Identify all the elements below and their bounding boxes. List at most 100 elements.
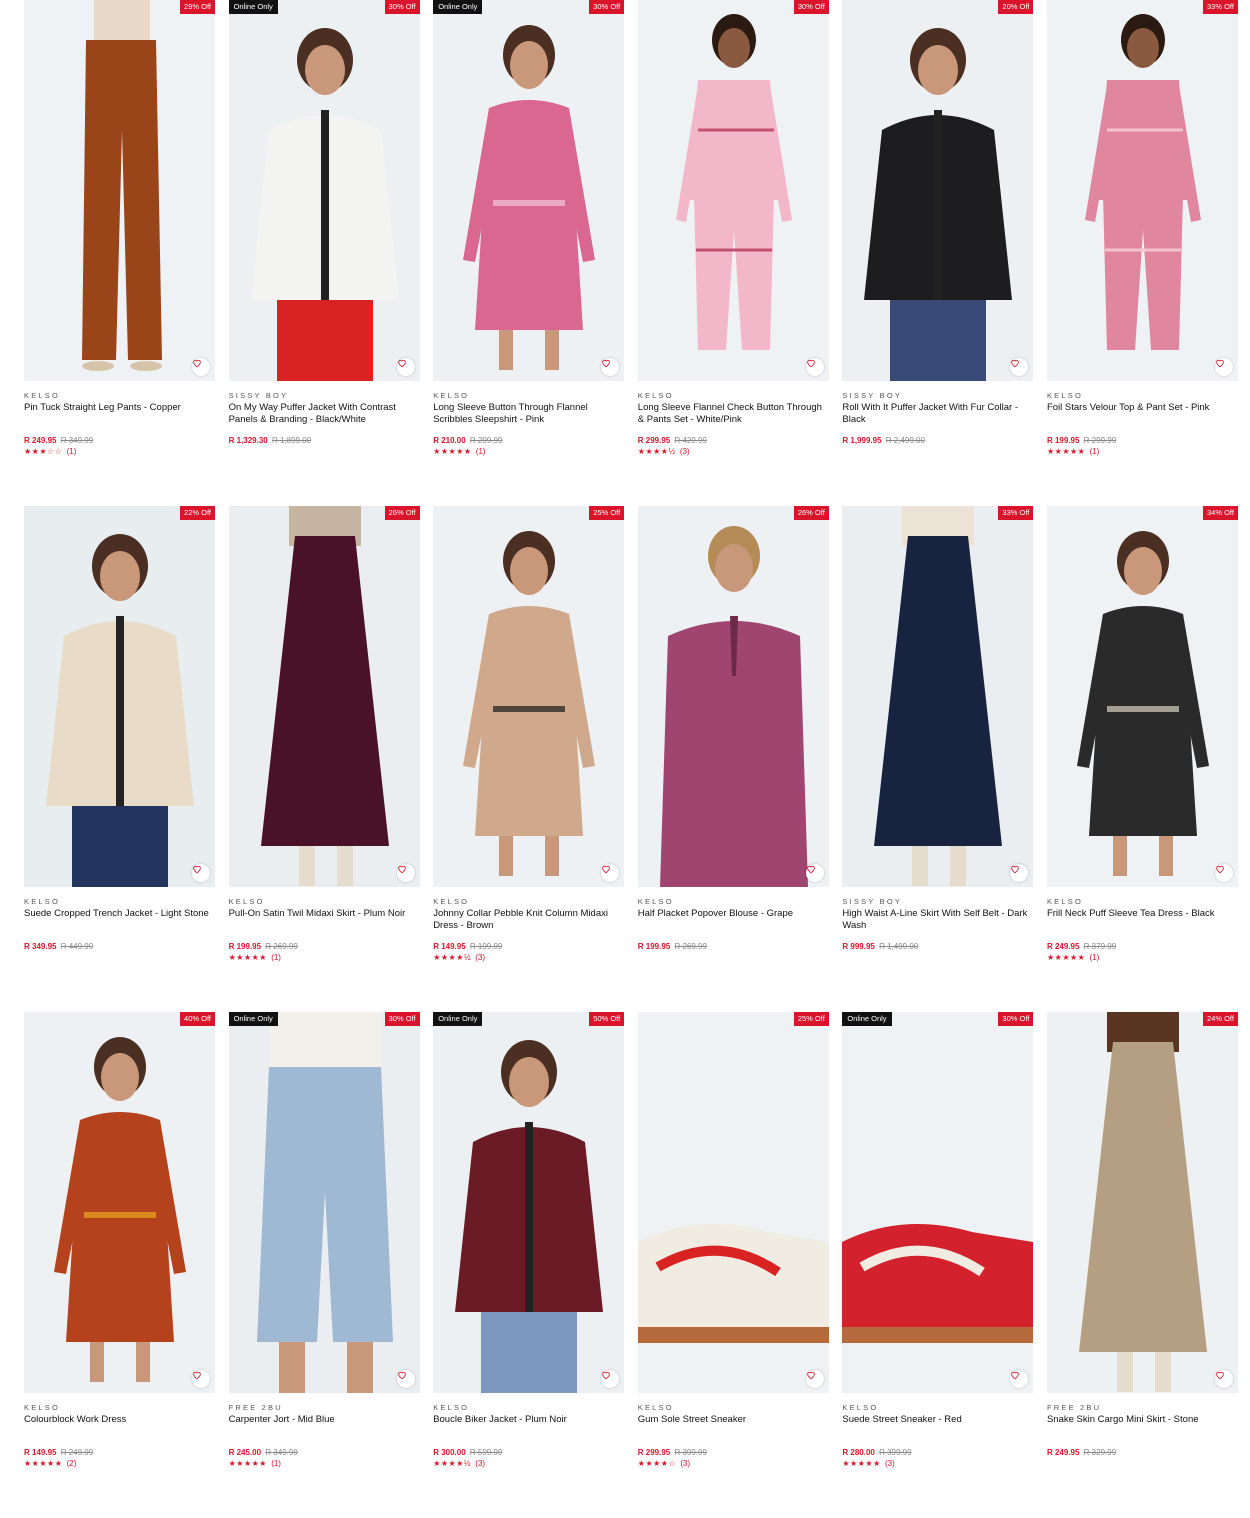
product-title[interactable]: Colourblock Work Dress <box>24 1414 215 1448</box>
product-card[interactable]: 25% Off KELSO Gum Sole Street Sneaker R … <box>637 1012 829 1518</box>
wishlist-button[interactable] <box>192 864 210 882</box>
product-image[interactable]: Online Only 30% Off <box>433 0 625 381</box>
rating-stars: ★★★★★ <box>228 1459 267 1468</box>
product-title[interactable]: Long Sleeve Button Through Flannel Scrib… <box>433 402 624 436</box>
wishlist-button[interactable] <box>396 864 415 882</box>
rating-stars: ★★★★½ <box>637 447 676 456</box>
wishlist-button[interactable] <box>1214 1370 1233 1388</box>
product-title[interactable]: Carpenter Jort - Mid Blue <box>229 1414 420 1448</box>
wishlist-button[interactable] <box>805 1370 824 1388</box>
product-card[interactable]: Online Only 30% Off KELSO Suede Street S… <box>842 1012 1034 1518</box>
product-card[interactable]: 29% Off KELSO Pin Tuck Straight Leg Pant… <box>24 0 215 506</box>
discount-badge: 30% Off <box>384 0 420 14</box>
product-title[interactable]: High Waist A-Line Skirt With Self Belt -… <box>842 908 1033 942</box>
product-image[interactable]: 20% Off <box>842 0 1034 381</box>
heart-outline-icon <box>1011 359 1020 368</box>
product-image[interactable]: Online Only 30% Off <box>228 0 420 381</box>
product-card[interactable]: 20% Off SISSY BOY Roll With It Puffer Ja… <box>842 0 1034 506</box>
rating-stars: ★★★★★ <box>842 1459 881 1468</box>
current-price: R 149.95 <box>24 1448 57 1457</box>
product-title[interactable]: Pull-On Satin Twil Midaxi Skirt - Plum N… <box>229 908 420 942</box>
rating-count[interactable]: (2) <box>67 1459 77 1468</box>
product-image[interactable]: 30% Off <box>637 0 829 381</box>
product-card[interactable]: 22% Off KELSO Suede Cropped Trench Jacke… <box>24 506 215 1012</box>
product-image[interactable]: Online Only 30% Off <box>228 1012 420 1393</box>
product-image[interactable]: 22% Off <box>24 506 215 887</box>
wishlist-button[interactable] <box>192 1370 210 1388</box>
product-card[interactable]: 24% Off FREE 2BU Snake Skin Cargo Mini S… <box>1046 1012 1238 1518</box>
product-card[interactable]: 33% Off SISSY BOY High Waist A-Line Skir… <box>842 506 1034 1012</box>
product-title[interactable]: Long Sleeve Flannel Check Button Through… <box>638 402 829 436</box>
product-brand: KELSO <box>433 1403 470 1412</box>
product-title[interactable]: Johnny Collar Pebble Knit Column Midaxi … <box>433 908 624 942</box>
wishlist-button[interactable] <box>192 358 210 376</box>
product-card[interactable]: Online Only 30% Off KELSO Long Sleeve Bu… <box>433 0 625 506</box>
discount-badge: 22% Off <box>180 506 215 520</box>
product-title[interactable]: Suede Cropped Trench Jacket - Light Ston… <box>24 908 215 942</box>
product-card[interactable]: 26% Off KELSO Half Placket Popover Blous… <box>637 506 829 1012</box>
product-title[interactable]: Boucle Biker Jacket - Plum Noir <box>433 1414 624 1448</box>
discount-badge: 33% Off <box>998 506 1034 520</box>
rating-count[interactable]: (3) <box>475 1459 485 1468</box>
product-image[interactable]: 33% Off <box>842 506 1034 887</box>
product-image[interactable]: 34% Off <box>1046 506 1238 887</box>
discount-badge: 34% Off <box>1203 506 1238 520</box>
wishlist-button[interactable] <box>396 358 415 376</box>
product-image[interactable]: 29% Off <box>24 0 215 381</box>
product-card[interactable]: Online Only 30% Off SISSY BOY On My Way … <box>228 0 420 506</box>
original-price: R 199.99 <box>469 942 503 951</box>
rating-count[interactable]: (1) <box>67 447 77 456</box>
product-card[interactable]: 25% Off KELSO Johnny Collar Pebble Knit … <box>433 506 625 1012</box>
product-card[interactable]: Online Only 50% Off KELSO Boucle Biker J… <box>433 1012 625 1518</box>
product-title[interactable]: Foil Stars Velour Top & Pant Set - Pink <box>1047 402 1238 436</box>
rating-count[interactable]: (1) <box>476 447 486 456</box>
wishlist-button[interactable] <box>1214 358 1233 376</box>
wishlist-button[interactable] <box>1214 864 1233 882</box>
rating-count[interactable]: (1) <box>1090 953 1100 962</box>
current-price: R 280.00 <box>842 1448 875 1457</box>
product-card[interactable]: 33% Off KELSO Foil Stars Velour Top & Pa… <box>1046 0 1238 506</box>
product-image[interactable]: 33% Off <box>1046 0 1238 381</box>
product-title[interactable]: Suede Street Sneaker - Red <box>842 1414 1033 1448</box>
product-title[interactable]: Frill Neck Puff Sleeve Tea Dress - Black <box>1047 908 1238 942</box>
product-image[interactable]: 25% Off <box>637 1012 829 1393</box>
original-price: R 269.99 <box>265 942 298 951</box>
heart-outline-icon <box>193 1371 201 1380</box>
product-image[interactable]: Online Only 30% Off <box>842 1012 1034 1393</box>
price-row: R 245.00 R 349.99 <box>229 1448 420 1458</box>
current-price: R 199.95 <box>1046 436 1080 445</box>
product-card[interactable]: Online Only 30% Off FREE 2BU Carpenter J… <box>228 1012 420 1518</box>
product-title[interactable]: Gum Sole Street Sneaker <box>638 1414 829 1448</box>
price-row: R 1,329.30 R 1,899.00 <box>229 436 420 446</box>
product-card[interactable]: 34% Off KELSO Frill Neck Puff Sleeve Tea… <box>1046 506 1238 1012</box>
product-image[interactable]: 40% Off <box>24 1012 215 1393</box>
product-title[interactable]: Half Placket Popover Blouse - Grape <box>638 908 829 942</box>
rating-count[interactable]: (3) <box>680 1459 690 1468</box>
product-image[interactable]: 26% Off <box>228 506 420 887</box>
product-title[interactable]: Pin Tuck Straight Leg Pants - Copper <box>24 402 215 436</box>
price-row: R 149.95 R 199.99 <box>433 942 624 952</box>
rating-count[interactable]: (1) <box>271 953 281 962</box>
product-image[interactable]: Online Only 50% Off <box>433 1012 625 1393</box>
product-image[interactable]: 26% Off <box>637 506 829 887</box>
online-only-badge: Online Only <box>433 1012 483 1026</box>
rating-count[interactable]: (1) <box>271 1459 281 1468</box>
product-card[interactable]: 40% Off KELSO Colourblock Work Dress R 1… <box>24 1012 215 1518</box>
rating-count[interactable]: (3) <box>680 447 690 456</box>
rating-count[interactable]: (3) <box>885 1459 895 1468</box>
rating-count[interactable]: (1) <box>1090 447 1100 456</box>
product-image[interactable]: 24% Off <box>1046 1012 1238 1393</box>
product-image[interactable]: 25% Off <box>433 506 625 887</box>
discount-badge: 30% Off <box>384 1012 420 1026</box>
product-title[interactable]: Snake Skin Cargo Mini Skirt - Stone <box>1047 1414 1238 1448</box>
wishlist-button[interactable] <box>396 1370 415 1388</box>
wishlist-button[interactable] <box>805 358 824 376</box>
product-title[interactable]: On My Way Puffer Jacket With Contrast Pa… <box>229 402 420 436</box>
wishlist-button[interactable] <box>805 864 824 882</box>
product-card[interactable]: 30% Off KELSO Long Sleeve Flannel Check … <box>637 0 829 506</box>
original-price: R 349.99 <box>265 1448 298 1457</box>
product-title[interactable]: Roll With It Puffer Jacket With Fur Coll… <box>842 402 1033 436</box>
rating-count[interactable]: (3) <box>475 953 485 962</box>
product-rating: ★★★★½ (3) <box>433 1459 624 1470</box>
product-card[interactable]: 26% Off KELSO Pull-On Satin Twil Midaxi … <box>228 506 420 1012</box>
